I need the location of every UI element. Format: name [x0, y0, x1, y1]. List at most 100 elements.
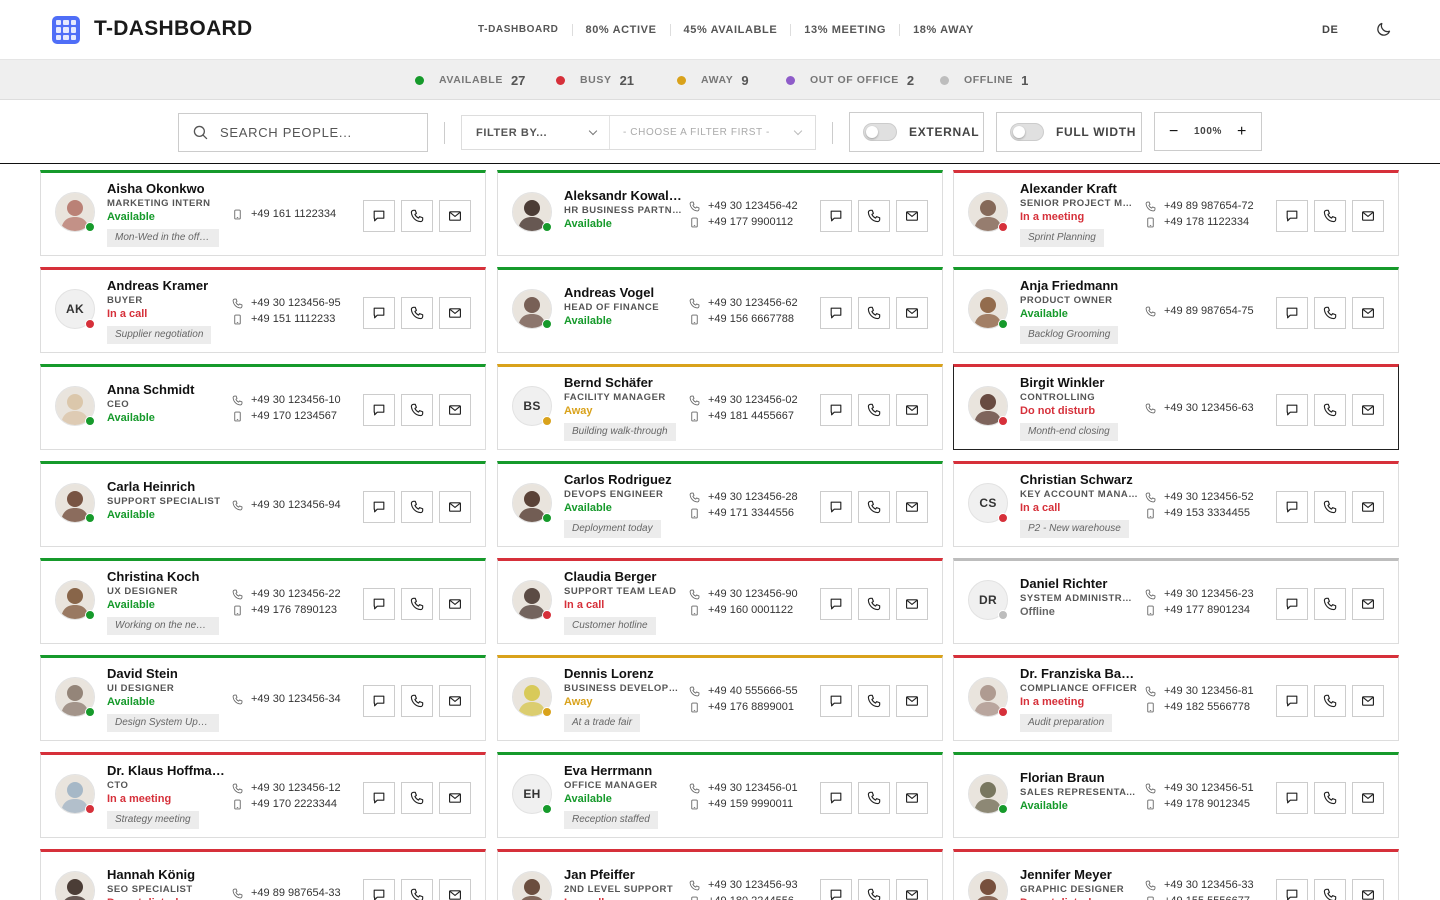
person-card[interactable]: EH Eva Herrmann OFFICE MANAGER Available Rec…	[497, 752, 943, 838]
person-name[interactable]: Aleksandr Kowalski	[564, 188, 682, 203]
call-button[interactable]	[401, 685, 433, 717]
call-button[interactable]	[401, 200, 433, 232]
email-button[interactable]	[896, 879, 928, 900]
phone-number[interactable]: +49 30 123456-95	[232, 295, 357, 311]
phone-number[interactable]: +49 30 123456-33	[1145, 877, 1270, 893]
chat-button[interactable]	[820, 588, 852, 620]
person-name[interactable]: Eva Herrmann	[564, 763, 682, 778]
chat-button[interactable]	[820, 491, 852, 523]
person-name[interactable]: Birgit Winkler	[1020, 375, 1138, 390]
mobile-number[interactable]: +49 156 6667788	[689, 311, 814, 327]
call-button[interactable]	[401, 879, 433, 900]
call-button[interactable]	[401, 588, 433, 620]
chat-button[interactable]	[820, 200, 852, 232]
person-card[interactable]: Christina Koch UX DESIGNER Available Workin…	[40, 558, 486, 644]
person-card[interactable]: Alexander Kraft SENIOR PROJECT MANAGER In …	[953, 170, 1399, 256]
search-input[interactable]	[220, 125, 410, 140]
chat-button[interactable]	[1276, 297, 1308, 329]
chat-button[interactable]	[1276, 685, 1308, 717]
email-button[interactable]	[896, 200, 928, 232]
person-name[interactable]: Hannah König	[107, 867, 225, 882]
mobile-number[interactable]: +49 161 1122334	[232, 206, 357, 222]
chat-button[interactable]	[1276, 782, 1308, 814]
chat-button[interactable]	[820, 685, 852, 717]
mobile-number[interactable]: +49 178 1122334	[1145, 214, 1270, 230]
person-card[interactable]: Dennis Lorenz BUSINESS DEVELOPER Away At a …	[497, 655, 943, 741]
person-card[interactable]: Carlos Rodriguez DEVOPS ENGINEER Available…	[497, 461, 943, 547]
mobile-number[interactable]: +49 177 9900112	[689, 214, 814, 230]
call-button[interactable]	[401, 297, 433, 329]
email-button[interactable]	[896, 297, 928, 329]
person-card[interactable]: Jan Pfeiffer 2ND LEVEL SUPPORTIn a call +4…	[497, 849, 943, 900]
phone-number[interactable]: +49 30 123456-51	[1145, 780, 1270, 796]
person-card[interactable]: CS Christian Schwarz KEY ACCOUNT MANAGER In…	[953, 461, 1399, 547]
chat-button[interactable]	[363, 491, 395, 523]
person-card[interactable]: Andreas Vogel HEAD OF FINANCE Available +49…	[497, 267, 943, 353]
person-card[interactable]: Carla Heinrich SUPPORT SPECIALIST Availabl…	[40, 461, 486, 547]
call-button[interactable]	[1314, 394, 1346, 426]
mobile-number[interactable]: +49 180 2244556	[689, 893, 814, 900]
person-name[interactable]: Andreas Kramer	[107, 278, 225, 293]
call-button[interactable]	[1314, 588, 1346, 620]
status-summary-available[interactable]: AVAILABLE 27	[415, 60, 525, 100]
call-button[interactable]	[401, 394, 433, 426]
chat-button[interactable]	[1276, 200, 1308, 232]
person-name[interactable]: Dr. Klaus Hoffmann	[107, 763, 225, 778]
phone-number[interactable]: +49 30 123456-23	[1145, 586, 1270, 602]
person-name[interactable]: Carlos Rodriguez	[564, 472, 682, 487]
email-button[interactable]	[439, 782, 471, 814]
email-button[interactable]	[439, 879, 471, 900]
call-button[interactable]	[1314, 297, 1346, 329]
email-button[interactable]	[1352, 782, 1384, 814]
phone-number[interactable]: +49 30 123456-22	[232, 586, 357, 602]
person-card[interactable]: Claudia Berger SUPPORT TEAM LEAD In a call…	[497, 558, 943, 644]
phone-number[interactable]: +49 30 123456-90	[689, 586, 814, 602]
email-button[interactable]	[439, 297, 471, 329]
call-button[interactable]	[1314, 879, 1346, 900]
chat-button[interactable]	[363, 782, 395, 814]
filter-value-select[interactable]: - CHOOSE A FILTER FIRST -	[610, 116, 815, 149]
phone-number[interactable]: +49 30 123456-34	[232, 691, 357, 707]
person-name[interactable]: Carla Heinrich	[107, 479, 225, 494]
person-name[interactable]: Anja Friedmann	[1020, 278, 1138, 293]
call-button[interactable]	[1314, 782, 1346, 814]
email-button[interactable]	[439, 200, 471, 232]
call-button[interactable]	[858, 491, 890, 523]
person-card[interactable]: Hannah König SEO SPECIALISTDo not disturb…	[40, 849, 486, 900]
email-button[interactable]	[896, 588, 928, 620]
mobile-number[interactable]: +49 176 7890123	[232, 602, 357, 618]
person-card[interactable]: Florian Braun SALES REPRESENTATIVE Availab…	[953, 752, 1399, 838]
phone-number[interactable]: +49 30 123456-62	[689, 295, 814, 311]
external-switch[interactable]	[863, 123, 897, 141]
chat-button[interactable]	[1276, 879, 1308, 900]
person-name[interactable]: Dr. Franziska Bauer	[1020, 666, 1138, 681]
email-button[interactable]	[439, 588, 471, 620]
phone-number[interactable]: +49 30 123456-01	[689, 780, 814, 796]
chat-button[interactable]	[820, 879, 852, 900]
call-button[interactable]	[1314, 685, 1346, 717]
person-card[interactable]: David Stein UI DESIGNER Available Design Sy…	[40, 655, 486, 741]
phone-number[interactable]: +49 30 123456-10	[232, 392, 357, 408]
person-card[interactable]: Anja Friedmann PRODUCT OWNER Available Back…	[953, 267, 1399, 353]
email-button[interactable]	[439, 491, 471, 523]
person-name[interactable]: Jan Pfeiffer	[564, 867, 682, 882]
moon-icon[interactable]	[1376, 21, 1392, 37]
person-name[interactable]: Daniel Richter	[1020, 576, 1138, 591]
chat-button[interactable]	[1276, 491, 1308, 523]
chat-button[interactable]	[363, 200, 395, 232]
email-button[interactable]	[1352, 491, 1384, 523]
email-button[interactable]	[1352, 394, 1384, 426]
chat-button[interactable]	[363, 685, 395, 717]
call-button[interactable]	[858, 782, 890, 814]
person-name[interactable]: Christian Schwarz	[1020, 472, 1138, 487]
email-button[interactable]	[439, 394, 471, 426]
chat-button[interactable]	[363, 394, 395, 426]
chat-button[interactable]	[820, 782, 852, 814]
mobile-number[interactable]: +49 177 8901234	[1145, 602, 1270, 618]
phone-number[interactable]: +49 89 987654-72	[1145, 198, 1270, 214]
chat-button[interactable]	[1276, 394, 1308, 426]
person-card[interactable]: BS Bernd Schäfer FACILITY MANAGER Away Build…	[497, 364, 943, 450]
mobile-number[interactable]: +49 170 1234567	[232, 408, 357, 424]
person-card[interactable]: Jennifer Meyer GRAPHIC DESIGNERDo not dis…	[953, 849, 1399, 900]
person-name[interactable]: Dennis Lorenz	[564, 666, 682, 681]
